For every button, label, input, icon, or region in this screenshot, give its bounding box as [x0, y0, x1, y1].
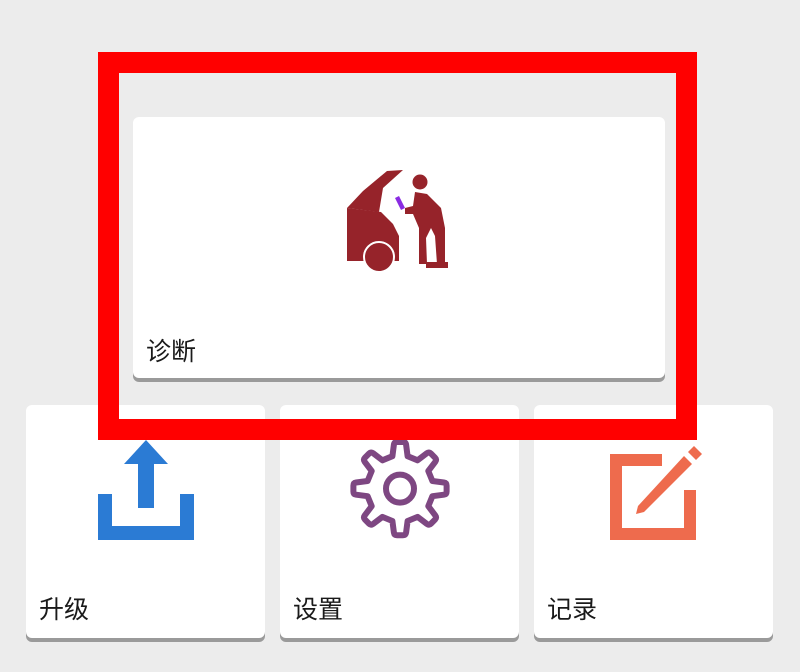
settings-label: 设置: [293, 595, 344, 624]
records-label: 记录: [547, 595, 598, 624]
upgrade-label: 升级: [39, 595, 90, 624]
car-mechanic-icon: [347, 170, 448, 273]
records-tile[interactable]: 记录: [534, 405, 773, 638]
diagnose-tile[interactable]: 诊断: [133, 117, 665, 378]
gear-icon: [350, 440, 450, 539]
upgrade-tile[interactable]: 升级: [26, 405, 265, 638]
edit-record-icon: [610, 446, 702, 540]
upload-icon: [98, 440, 194, 540]
diagnose-label: 诊断: [146, 337, 197, 366]
settings-tile[interactable]: 设置: [280, 405, 519, 638]
